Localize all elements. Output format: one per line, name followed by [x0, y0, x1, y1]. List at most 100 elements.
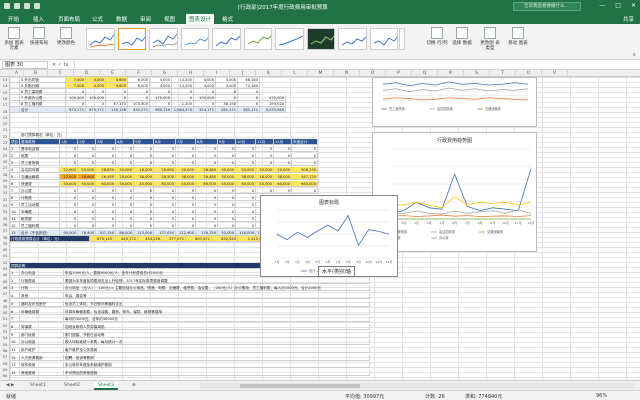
cell[interactable]: 0: [196, 223, 218, 229]
cell[interactable]: 665,000: [292, 181, 318, 187]
cell[interactable]: 0: [196, 202, 218, 208]
cell[interactable]: 1: [10, 146, 20, 152]
cell[interactable]: 50,000: [256, 181, 274, 187]
cell[interactable]: 0: [236, 195, 256, 201]
cell[interactable]: 5月: [134, 139, 154, 145]
cell[interactable]: 费用类别: [20, 139, 60, 145]
cell[interactable]: 28,000: [154, 167, 176, 173]
note-no[interactable]: 14: [10, 370, 20, 377]
cell[interactable]: 0: [96, 202, 116, 208]
cell[interactable]: 0: [256, 188, 274, 194]
cell[interactable]: 0: [236, 216, 256, 222]
cell[interactable]: 0: [154, 223, 176, 229]
cell[interactable]: 10月: [236, 139, 256, 145]
column-header[interactable]: G: [152, 70, 178, 77]
row-header[interactable]: 13: [0, 77, 10, 82]
cell[interactable]: 0: [196, 188, 218, 194]
cell[interactable]: 20,000: [116, 167, 134, 173]
total-value[interactable]: 870,140: [90, 236, 114, 242]
cell[interactable]: 60,000: [96, 181, 116, 187]
note-no[interactable]: 11: [10, 347, 20, 353]
column-header[interactable]: B: [24, 70, 48, 77]
cell[interactable]: 基本电话费: [20, 146, 60, 152]
close-button[interactable]: ✕: [631, 2, 636, 9]
row-header[interactable]: 50: [0, 310, 10, 315]
note-text[interactable]: 办公软件年费及系统维护费用: [64, 362, 370, 369]
note-item[interactable]: 办公用品: [20, 339, 64, 346]
column-header[interactable]: T: [490, 70, 516, 77]
cell[interactable]: 20,000: [116, 174, 134, 180]
note-text[interactable]: 年会、展会等: [64, 293, 370, 300]
chart-style-7[interactable]: [275, 28, 304, 50]
column-header[interactable]: C: [48, 70, 74, 77]
chart-style-1[interactable]: [86, 28, 115, 50]
note-item[interactable]: 部门经费: [20, 331, 64, 338]
cell[interactable]: 0: [292, 160, 318, 166]
note-item[interactable]: 其他: [20, 293, 64, 300]
note-no[interactable]: 7: [10, 316, 20, 323]
cell[interactable]: 3月: [96, 139, 116, 145]
chart-selected[interactable]: 图表标题 1月2月3月4月5月6月7月8月9月10月11月12月合计（不含折旧）: [260, 195, 398, 277]
cell[interactable]: 0: [116, 223, 134, 229]
cell[interactable]: 28,650: [96, 167, 116, 173]
cell[interactable]: 5: [10, 174, 20, 180]
cell[interactable]: 0: [176, 146, 196, 152]
row-header[interactable]: 54: [0, 335, 10, 340]
note-item[interactable]: 劳保费: [20, 323, 64, 330]
row-header[interactable]: 15: [0, 90, 10, 95]
row-header[interactable]: 43: [0, 266, 10, 271]
row-header[interactable]: 24: [0, 146, 10, 151]
note-item[interactable]: 人力资源费用: [20, 354, 64, 361]
tab-insert[interactable]: 插入: [33, 15, 44, 23]
chart-style-10[interactable]: [369, 28, 398, 50]
save-icon[interactable]: [4, 3, 10, 9]
switch-row-column-button[interactable]: 切换 行/列: [426, 27, 448, 46]
cell[interactable]: 0: [78, 195, 96, 201]
row-header[interactable]: 51: [0, 316, 10, 321]
cell[interactable]: 0: [60, 195, 78, 201]
cell[interactable]: 0: [236, 209, 256, 215]
cell[interactable]: 26,480: [196, 167, 218, 173]
note-no[interactable]: 3: [10, 285, 20, 292]
cell[interactable]: 0: [60, 160, 78, 166]
row-header[interactable]: 21: [0, 127, 10, 132]
cell[interactable]: 0: [256, 146, 274, 152]
row-header[interactable]: 31: [0, 190, 10, 195]
cell[interactable]: 项目: [10, 139, 20, 145]
row-header[interactable]: 14: [0, 83, 10, 88]
cell[interactable]: 0: [96, 153, 116, 159]
cell[interactable]: 30,000: [218, 174, 236, 180]
row-header[interactable]: 52: [0, 323, 10, 328]
cell[interactable]: 0: [116, 160, 134, 166]
cell[interactable]: 4月: [116, 139, 134, 145]
row-header[interactable]: 33: [0, 203, 10, 208]
cell[interactable]: 0: [196, 146, 218, 152]
cell[interactable]: 281,171: [238, 107, 260, 113]
row-header[interactable]: 42: [0, 260, 10, 265]
row-header[interactable]: 59: [0, 367, 10, 372]
row-header[interactable]: 53: [0, 329, 10, 334]
cell[interactable]: 0: [196, 195, 218, 201]
column-header[interactable]: L: [282, 70, 308, 77]
tab-view[interactable]: 视图: [164, 15, 175, 23]
cell[interactable]: 0: [176, 216, 196, 222]
chart-style-5[interactable]: [212, 28, 241, 50]
cell[interactable]: 60,000: [236, 181, 256, 187]
total-label[interactable]: 行政费用预算合计（单位：元）: [10, 236, 90, 242]
cell[interactable]: 0: [78, 160, 96, 166]
row-header[interactable]: 55: [0, 342, 10, 347]
cell[interactable]: 10: [10, 209, 20, 215]
customize-icon[interactable]: [34, 3, 40, 9]
cell[interactable]: 2月: [78, 139, 96, 145]
cell[interactable]: 0: [96, 209, 116, 215]
cell[interactable]: 0: [218, 209, 236, 215]
cell[interactable]: 432,271: [128, 107, 150, 113]
cell[interactable]: 22,000: [60, 167, 78, 173]
cell[interactable]: 0: [218, 223, 236, 229]
row-header[interactable]: 46: [0, 285, 10, 290]
cell[interactable]: 0: [218, 216, 236, 222]
cell[interactable]: 员工差旅费: [20, 160, 60, 166]
tab-format[interactable]: 格式: [222, 15, 233, 23]
column-header[interactable]: S: [464, 70, 490, 77]
cell[interactable]: 0: [236, 223, 256, 229]
